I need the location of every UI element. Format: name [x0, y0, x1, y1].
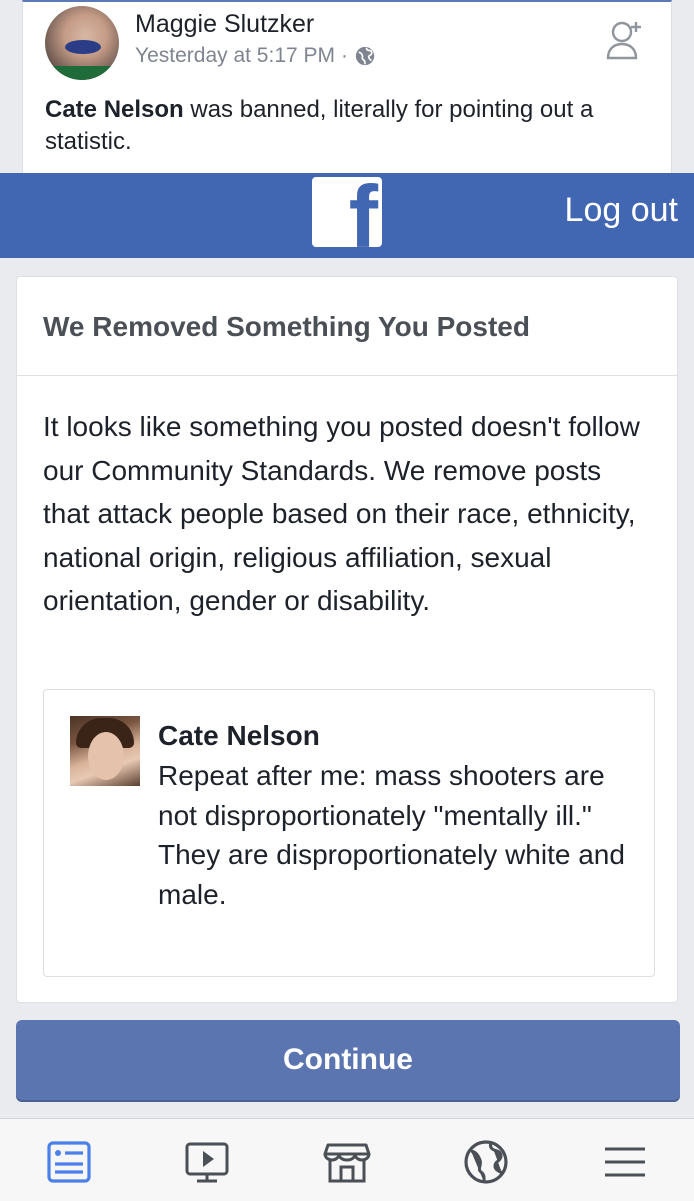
- bottom-tab-bar: [0, 1118, 694, 1201]
- notice-title: We Removed Something You Posted: [43, 311, 530, 342]
- content-removed-notice: We Removed Something You Posted It looks…: [16, 276, 678, 1003]
- post-author-name[interactable]: Maggie Slutzker: [135, 10, 314, 39]
- news-feed-icon: [47, 1141, 91, 1183]
- quoted-author-avatar: [70, 716, 140, 786]
- watch-video-icon: [185, 1142, 229, 1183]
- notice-body: It looks like something you posted doesn…: [43, 411, 640, 616]
- continue-button[interactable]: Continue: [16, 1020, 680, 1100]
- facebook-header: f Log out: [0, 173, 694, 258]
- shared-post: Maggie Slutzker Yesterday at 5:17 PM · C…: [22, 0, 672, 173]
- quoted-post-text: Repeat after me: mass shooters are not d…: [158, 760, 625, 910]
- post-timestamp[interactable]: Yesterday at 5:17 PM: [135, 44, 335, 68]
- post-text: Cate Nelson was banned, literally for po…: [45, 94, 655, 158]
- tab-menu[interactable]: [600, 1137, 650, 1187]
- quoted-author-name: Cate Nelson: [158, 720, 320, 751]
- facebook-logo-glyph: f: [348, 177, 378, 247]
- logout-link[interactable]: Log out: [565, 191, 678, 230]
- tab-watch[interactable]: [182, 1137, 232, 1187]
- globe-notifications-icon: [464, 1140, 508, 1184]
- mentioned-user[interactable]: Cate Nelson: [45, 96, 184, 123]
- add-friend-icon[interactable]: [605, 18, 645, 62]
- menu-icon: [605, 1147, 645, 1177]
- tab-marketplace[interactable]: [322, 1137, 372, 1187]
- tab-notifications[interactable]: [461, 1137, 511, 1187]
- post-meta: Yesterday at 5:17 PM ·: [135, 44, 376, 68]
- author-avatar[interactable]: [45, 6, 119, 80]
- tab-news-feed[interactable]: [44, 1137, 94, 1187]
- marketplace-icon: [323, 1143, 371, 1183]
- meta-separator: ·: [341, 44, 349, 67]
- facebook-logo-icon: f: [312, 177, 382, 247]
- removed-post-preview: Cate Nelson Repeat after me: mass shoote…: [43, 689, 655, 977]
- globe-icon: [355, 46, 375, 66]
- divider: [17, 375, 677, 376]
